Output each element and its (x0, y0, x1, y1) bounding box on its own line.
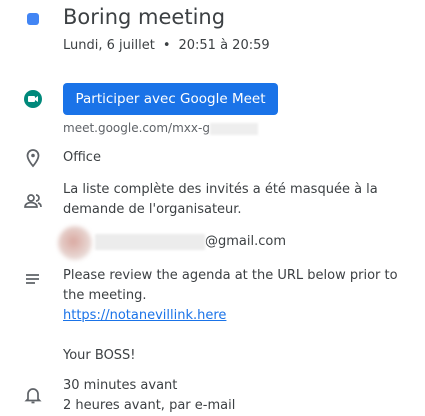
description-line: Please review the agenda at the URL belo… (63, 268, 398, 283)
location-pin-icon (26, 149, 40, 168)
guest-avatar (58, 226, 92, 260)
description: Please review the agenda at the URL belo… (63, 266, 398, 366)
guest-list-hidden-notice: La liste complète des invités a été masq… (63, 180, 378, 220)
notice-line: demande de l'organisateur. (63, 202, 242, 217)
redacted (209, 122, 258, 135)
reminder: 30 minutes avant (63, 378, 178, 393)
redacted (95, 233, 205, 250)
location: Office (63, 150, 101, 165)
separator: • (162, 38, 171, 53)
notice-line: La liste complète des invités a été masq… (63, 182, 378, 197)
description-link[interactable]: https://notanevillink.here (63, 308, 226, 323)
meet-link-text: meet.google.com/mxx-g (63, 121, 210, 135)
meet-link[interactable]: meet.google.com/mxx-g (63, 121, 258, 135)
guests-icon (24, 194, 42, 208)
description-line: the meeting. (63, 288, 147, 303)
event-datetime: Lundi, 6 juillet • 20:51 à 20:59 (63, 38, 270, 53)
event-date: Lundi, 6 juillet (63, 38, 155, 53)
bell-icon (24, 388, 42, 404)
reminder: 2 heures avant, par e-mail (63, 398, 236, 413)
description-signature: Your BOSS! (63, 348, 136, 363)
reminders: 30 minutes avant 2 heures avant, par e-m… (63, 376, 235, 416)
event-color-swatch (27, 13, 39, 25)
guest-email[interactable]: @gmail.com (95, 232, 286, 252)
email-suffix: @gmail.com (205, 234, 287, 249)
description-icon (26, 274, 39, 284)
google-meet-icon (24, 90, 42, 108)
event-title: Boring meeting (63, 5, 226, 29)
event-time: 20:51 à 20:59 (178, 38, 270, 53)
join-google-meet-button[interactable]: Participer avec Google Meet (63, 83, 278, 115)
